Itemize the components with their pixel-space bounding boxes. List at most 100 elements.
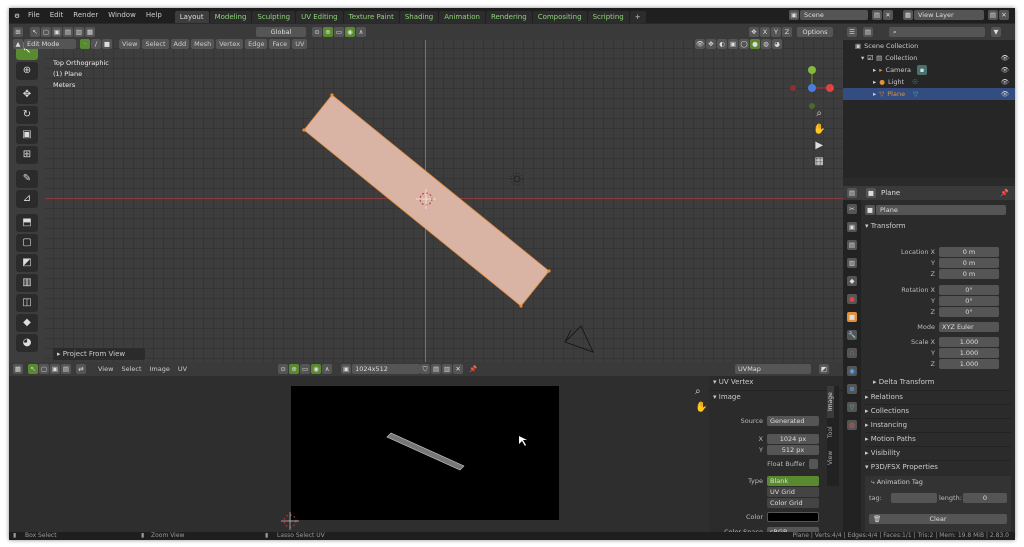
blender-logo-icon[interactable]: ⚙: [12, 11, 22, 21]
transform-tool-icon[interactable]: ⊞: [16, 146, 38, 164]
material-shading-icon[interactable]: ◍: [761, 39, 771, 49]
falloff-icon[interactable]: ∧: [356, 27, 366, 37]
pan-hand-icon[interactable]: ✋: [813, 122, 825, 138]
fake-user-icon[interactable]: ⛉: [420, 364, 431, 374]
move-tool-icon[interactable]: ✥: [16, 86, 38, 104]
xray-icon[interactable]: ▣: [728, 39, 738, 49]
sidebar-tab-image[interactable]: Image: [827, 386, 834, 418]
new-scene-icon[interactable]: ▤: [872, 10, 882, 20]
type-uv-grid-option[interactable]: UV Grid: [767, 487, 819, 497]
tab-rendering[interactable]: Rendering: [485, 11, 532, 23]
constraints-tab-icon[interactable]: ⊕: [847, 384, 857, 394]
eye-icon[interactable]: 👁: [1001, 88, 1009, 100]
knife-tool-icon[interactable]: ◫: [16, 294, 38, 312]
object-tab-icon[interactable]: ■: [847, 312, 857, 322]
view-layer-tab-icon[interactable]: ▥: [847, 258, 857, 268]
menu-edge[interactable]: Edge: [245, 39, 268, 49]
visibility-panel[interactable]: ▸ Visibility: [865, 446, 1011, 458]
menu-mesh[interactable]: Mesh: [191, 39, 215, 49]
loop-cut-tool-icon[interactable]: ▥: [16, 274, 38, 292]
outliner-item-plane[interactable]: ▸ ▽ Plane ▽ 👁: [843, 88, 1015, 100]
expand-icon[interactable]: ▾: [861, 52, 864, 64]
tab-layout[interactable]: Layout: [174, 11, 209, 23]
edge-select-icon[interactable]: /: [91, 39, 101, 49]
render-tab-icon[interactable]: ▣: [847, 222, 857, 232]
menu-view[interactable]: View: [119, 39, 141, 49]
menu-edit[interactable]: Edit: [45, 8, 69, 23]
outliner-item-light[interactable]: ▸ ● Light ☉ 👁: [843, 76, 1015, 88]
output-tab-icon[interactable]: ▤: [847, 240, 857, 250]
spin-tool-icon[interactable]: ◕: [16, 334, 38, 352]
menu-window[interactable]: Window: [103, 8, 141, 23]
select-box-icon[interactable]: ▢: [41, 27, 51, 37]
orientation-dropdown[interactable]: Global: [256, 27, 306, 37]
checkbox-icon[interactable]: ☑: [867, 52, 873, 64]
cursor-tool-icon[interactable]: ⊕: [16, 62, 38, 80]
location-y-field[interactable]: 0 m: [939, 258, 999, 268]
collections-panel[interactable]: ▸ Collections: [865, 404, 1011, 416]
rotation-x-field[interactable]: 0°: [939, 285, 999, 295]
x-mirror-icon[interactable]: X: [760, 27, 770, 37]
uv-menu-image[interactable]: Image: [147, 364, 173, 374]
uv-zoom-icon[interactable]: ⌕: [695, 384, 707, 400]
face-select-icon[interactable]: ■: [102, 39, 112, 49]
menu-render[interactable]: Render: [68, 8, 103, 23]
unlink-image-icon[interactable]: ✕: [453, 364, 464, 374]
menu-select[interactable]: Select: [142, 39, 169, 49]
visibility-icon[interactable]: 👁: [695, 39, 705, 49]
camera-data-icon[interactable]: ▪: [917, 65, 928, 75]
snap-icon[interactable]: ⊕: [323, 27, 333, 37]
uv-image[interactable]: [291, 386, 559, 520]
delete-scene-icon[interactable]: ✕: [883, 10, 893, 20]
gizmo-icon[interactable]: ✥: [706, 39, 716, 49]
rotation-z-field[interactable]: 0°: [939, 307, 999, 317]
image-width-field[interactable]: 1024 px: [767, 434, 819, 444]
ortho-grid-icon[interactable]: ▦: [813, 154, 825, 170]
tool-tab-icon[interactable]: ✂: [847, 204, 857, 214]
filter-icon[interactable]: ▼: [991, 27, 1001, 37]
pivot-icon[interactable]: ⊙: [312, 27, 322, 37]
new-image-icon[interactable]: ▤: [431, 364, 442, 374]
annotate-tool-icon[interactable]: ✎: [16, 170, 38, 188]
proportional-icon[interactable]: ◉: [345, 27, 355, 37]
select-intersect-icon[interactable]: ▦: [85, 27, 95, 37]
select-extend-icon[interactable]: ▣: [52, 27, 62, 37]
relations-panel[interactable]: ▸ Relations: [865, 390, 1011, 402]
transform-panel-header[interactable]: ▾ Transform: [865, 220, 1011, 232]
zoom-icon[interactable]: ⌕: [813, 106, 825, 122]
uv-snap-target-icon[interactable]: ▭: [300, 364, 311, 374]
snap-target-icon[interactable]: ▭: [334, 27, 344, 37]
menu-help[interactable]: Help: [141, 8, 167, 23]
material-tab-icon[interactable]: ◍: [847, 420, 857, 430]
overlay-icon[interactable]: ◐: [717, 39, 727, 49]
menu-face[interactable]: Face: [269, 39, 291, 49]
source-dropdown[interactable]: Generated: [767, 416, 819, 426]
uv-box-icon[interactable]: ▢: [39, 364, 49, 374]
last-operator-panel[interactable]: ▸ Project From View: [53, 348, 145, 360]
image-name-field[interactable]: 1024x512: [352, 364, 421, 374]
vertex-select-icon[interactable]: ·: [80, 39, 90, 49]
solid-shading-icon[interactable]: ●: [750, 39, 760, 49]
image-panel[interactable]: ▾ Image: [709, 390, 843, 402]
z-mirror-icon[interactable]: Z: [782, 27, 792, 37]
outliner-item-collection[interactable]: ▾ ☑ ▤ Collection 👁: [843, 52, 1015, 64]
delta-transform-panel[interactable]: ▸ Delta Transform: [865, 376, 1011, 388]
tab-uv-editing[interactable]: UV Editing: [296, 11, 343, 23]
tab-modeling[interactable]: Modeling: [209, 11, 252, 23]
scale-z-field[interactable]: 1.000: [939, 359, 999, 369]
uv-snap-icon[interactable]: ⊕: [289, 364, 300, 374]
camera-view-icon[interactable]: ▶: [813, 138, 825, 154]
clear-button[interactable]: 🗑 Clear: [869, 514, 1007, 524]
scene-tab-icon[interactable]: ◆: [847, 276, 857, 286]
outliner-search-input[interactable]: ⌕: [889, 27, 985, 37]
properties-editor-icon[interactable]: ▤: [847, 188, 857, 198]
uv-menu-select[interactable]: Select: [118, 364, 144, 374]
eye-icon[interactable]: 👁: [1001, 64, 1009, 76]
eye-icon[interactable]: 👁: [1001, 52, 1009, 64]
measure-tool-icon[interactable]: ⊿: [16, 190, 38, 208]
tab-sculpting[interactable]: Sculpting: [252, 11, 296, 23]
delete-view-layer-icon[interactable]: ✕: [999, 10, 1009, 20]
tab-texture-paint[interactable]: Texture Paint: [343, 11, 399, 23]
color-swatch[interactable]: [767, 512, 819, 522]
gizmo-toggle-icon[interactable]: ✥: [749, 27, 759, 37]
